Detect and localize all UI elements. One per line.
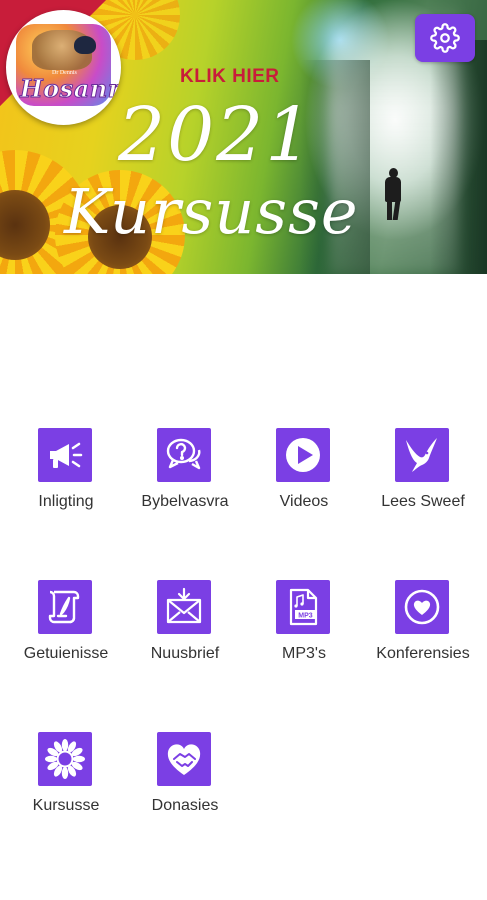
mp3-file-icon: MP3: [289, 588, 318, 626]
corridor-wall-right: [430, 40, 487, 274]
menu-tile[interactable]: [38, 428, 92, 482]
menu-item-lees-sweef[interactable]: Lees Sweef: [364, 428, 482, 528]
menu-item-getuienisse[interactable]: Getuienisse: [7, 580, 125, 680]
menu-label: Nuusbrief: [150, 645, 220, 662]
eagle-icon: [406, 438, 437, 472]
menu-tile[interactable]: MP3: [276, 580, 330, 634]
menu-item-konferensies[interactable]: Konferensies: [364, 580, 482, 680]
megaphone-icon: [50, 442, 83, 468]
hero-banner[interactable]: Dr Dennis Hosanna KLIK HIER 2021 Kursuss…: [0, 0, 487, 274]
menu-item-kursusse[interactable]: Kursusse: [7, 732, 125, 832]
menu-label: Inligting: [38, 493, 94, 510]
banner-year: 2021: [118, 92, 315, 178]
gear-icon: [430, 23, 460, 53]
menu-tile[interactable]: [38, 732, 92, 786]
menu-tile[interactable]: [395, 580, 449, 634]
menu-item-donasies[interactable]: Donasies: [126, 732, 244, 832]
walking-person-silhouette: [383, 168, 403, 220]
chat-question-icon: [166, 438, 201, 470]
menu-item-mp3s[interactable]: MP3 MP3's: [245, 580, 363, 680]
settings-button[interactable]: [415, 14, 475, 62]
menu-label: Lees Sweef: [381, 493, 465, 510]
menu-tile[interactable]: [157, 732, 211, 786]
menu-item-inligting[interactable]: Inligting: [7, 428, 125, 528]
menu-tile[interactable]: [276, 428, 330, 482]
heart-handshake-icon: [167, 744, 201, 775]
scroll-icon: [48, 590, 80, 624]
menu-item-nuusbrief[interactable]: Nuusbrief: [126, 580, 244, 680]
cta-text[interactable]: KLIK HIER: [180, 66, 280, 88]
envelope-download-icon: [166, 587, 202, 624]
menu-label: Kursusse: [32, 797, 100, 814]
menu-label: MP3's: [282, 645, 326, 662]
menu-tile[interactable]: [38, 580, 92, 634]
menu-tile[interactable]: [157, 428, 211, 482]
logo-text: Hosanna: [20, 74, 122, 104]
menu-label: Donasies: [151, 797, 219, 814]
banner-title: Kursusse: [64, 175, 359, 248]
menu-label: Videos: [279, 493, 329, 510]
svg-text:MP3: MP3: [298, 613, 313, 620]
menu-label: Konferensies: [376, 645, 470, 662]
menu-tile[interactable]: [395, 428, 449, 482]
menu-item-videos[interactable]: Videos: [245, 428, 363, 528]
play-icon: [286, 438, 320, 472]
bird-icon: [74, 36, 96, 54]
menu-label: Getuienisse: [23, 645, 109, 662]
menu-tile[interactable]: [157, 580, 211, 634]
sunflower-icon: [45, 739, 85, 779]
hosanna-logo: Dr Dennis Hosanna: [6, 10, 121, 125]
menu-label: Bybelvasvra: [141, 493, 229, 510]
heart-circle-icon: [404, 589, 440, 625]
menu-item-bybelvasvra[interactable]: Bybelvasvra: [126, 428, 244, 528]
